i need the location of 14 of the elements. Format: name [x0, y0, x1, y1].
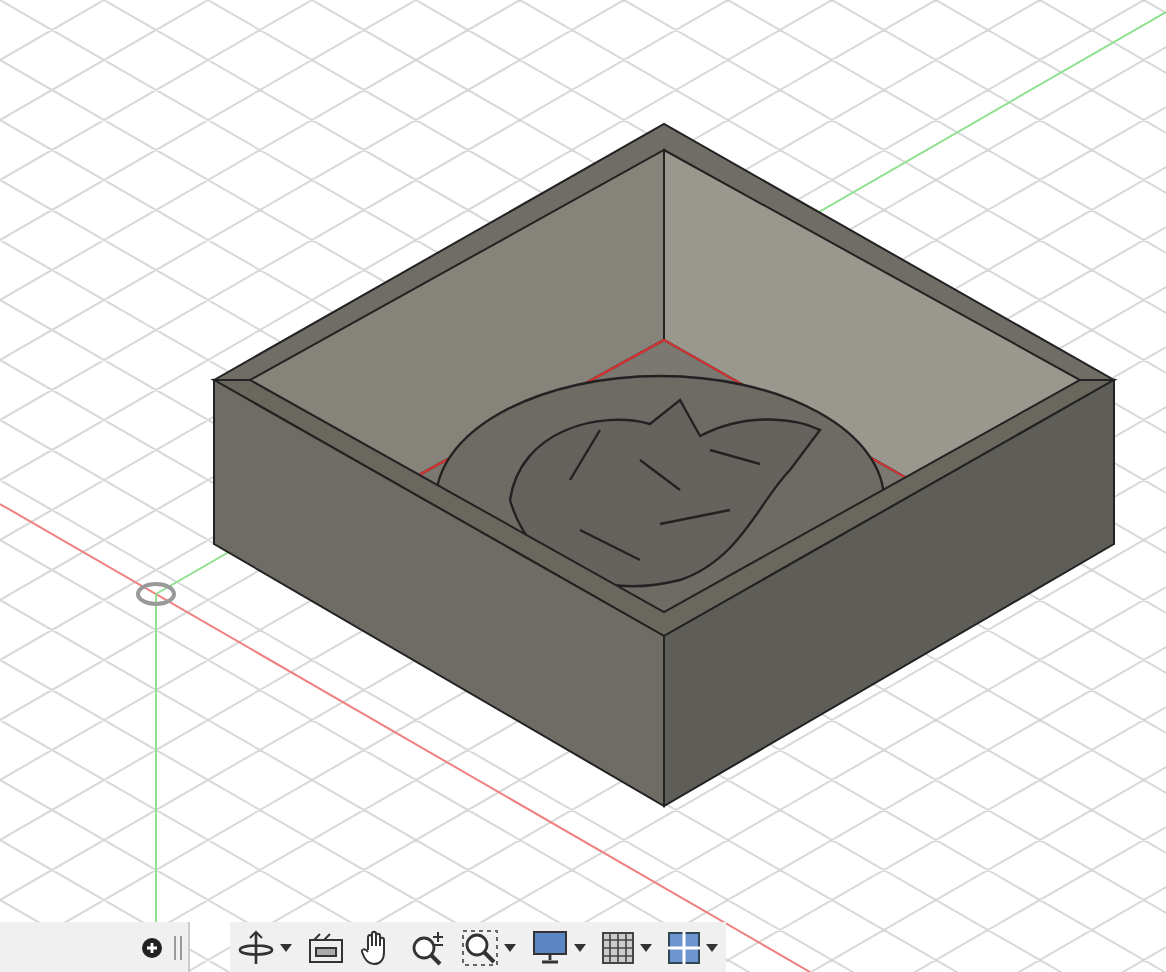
orbit-icon[interactable] — [238, 929, 274, 965]
caret-icon[interactable] — [280, 943, 292, 951]
viewports-icon[interactable] — [668, 931, 700, 963]
caret-icon[interactable] — [706, 943, 718, 951]
grid-icon[interactable] — [602, 931, 634, 963]
look-at-icon[interactable] — [308, 931, 344, 963]
caret-icon[interactable] — [504, 943, 516, 951]
panel-grip-icon[interactable] — [174, 935, 182, 959]
add-icon[interactable] — [142, 937, 162, 957]
zoom-icon[interactable] — [410, 929, 446, 965]
caret-icon[interactable] — [574, 943, 586, 951]
monitor-icon[interactable] — [532, 930, 568, 964]
caret-icon[interactable] — [640, 943, 652, 951]
zoom-window-icon[interactable] — [462, 929, 498, 965]
